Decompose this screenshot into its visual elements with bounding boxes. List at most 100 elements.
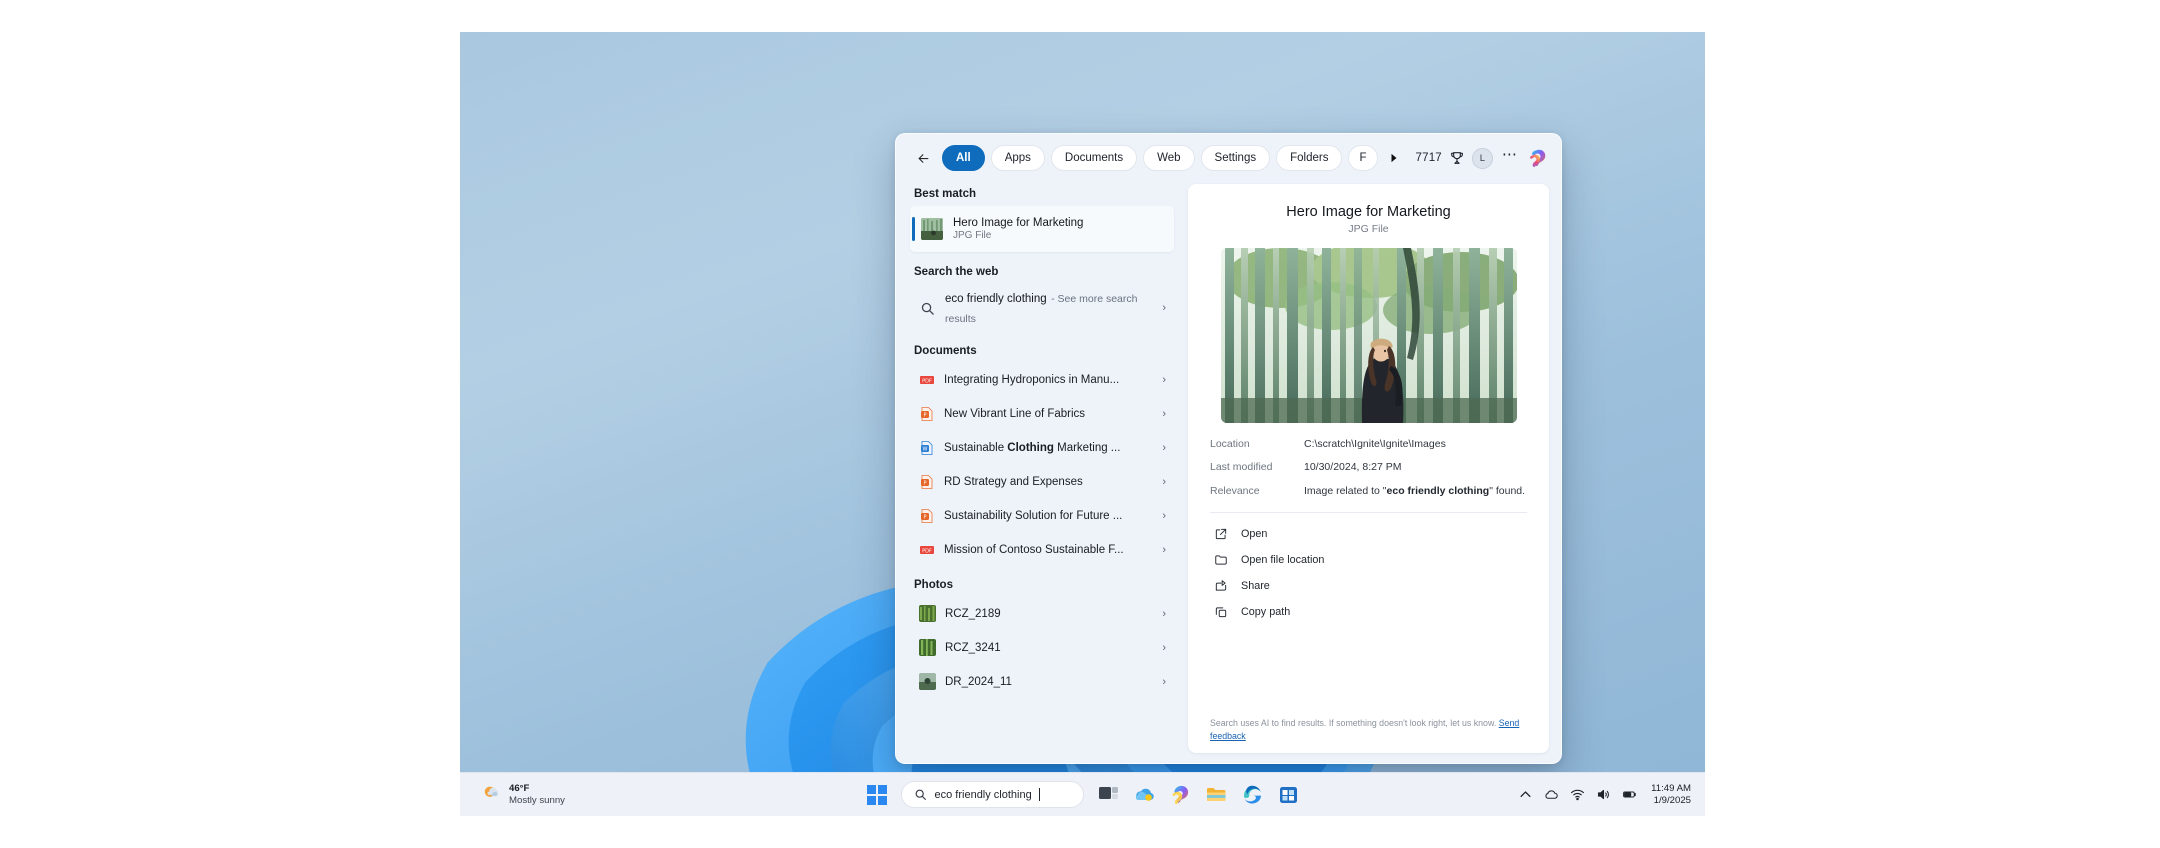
search-icon [920, 301, 935, 316]
share-icon [1215, 580, 1227, 591]
chevron-right-icon: › [1162, 607, 1166, 620]
avatar-initial: L [1479, 152, 1486, 164]
taskbar-clock[interactable]: 11:49 AM 1/9/2025 [1651, 783, 1691, 807]
metadata-value: C:\scratch\Ignite\Ignite\Images [1304, 438, 1446, 450]
taskbar-weather-widget[interactable]: 46°F Mostly sunny [474, 780, 573, 810]
preview-subtitle: JPG File [1348, 223, 1389, 235]
wifi-icon[interactable] [1570, 787, 1585, 802]
back-button[interactable] [910, 145, 936, 171]
arrow-left-icon [918, 153, 928, 163]
document-list-item[interactable]: P RD Strategy and Expenses › [910, 465, 1174, 499]
action-label: Open [1241, 527, 1268, 540]
clock-date: 1/9/2025 [1653, 794, 1691, 806]
svg-text:P: P [923, 480, 926, 486]
web-search-result[interactable]: eco friendly clothing - See more search … [910, 284, 1174, 333]
onedrive-cloud-icon[interactable] [1544, 787, 1559, 802]
photo-label: DR_2024_11 [945, 675, 1012, 688]
metadata-value: Image related to "eco friendly clothing"… [1304, 484, 1526, 497]
document-label: RD Strategy and Expenses [944, 475, 1083, 488]
action-label: Copy path [1241, 605, 1291, 618]
best-match-texts: Hero Image for Marketing JPG File [953, 217, 1083, 241]
photo-thumbnail-icon [919, 605, 936, 623]
action-open[interactable]: Open [1210, 521, 1527, 546]
pdf-file-icon: PDF [919, 542, 935, 558]
photo-list-item[interactable]: DR_2024_11 › [910, 665, 1174, 699]
filter-chip-more-truncated[interactable]: F [1348, 145, 1378, 171]
search-results-body: Best match Hero Image for Marketing JPG … [896, 180, 1561, 763]
filter-chip-documents[interactable]: Documents [1050, 145, 1138, 171]
preview-metadata: Location C:\scratch\Ignite\Ignite\Images… [1210, 437, 1527, 507]
document-list-item[interactable]: PDF Integrating Hydroponics in Manu... › [910, 363, 1174, 397]
filter-chip-settings[interactable]: Settings [1200, 145, 1271, 171]
microsoft-store-icon[interactable] [1277, 783, 1300, 806]
filter-chip-folders[interactable]: Folders [1276, 145, 1343, 171]
weather-condition: Mostly sunny [509, 794, 565, 806]
task-view-icon[interactable] [1097, 783, 1120, 806]
section-title-best-match: Best match [914, 188, 976, 200]
action-open-file-location[interactable]: Open file location [1210, 547, 1527, 572]
action-share[interactable]: Share [1210, 573, 1527, 598]
document-label: Integrating Hydroponics in Manu... [944, 373, 1120, 386]
battery-icon[interactable] [1622, 787, 1637, 802]
svg-text:PDF: PDF [922, 548, 932, 554]
preview-panel-wrapper: Hero Image for Marketing JPG File Locati… [1184, 180, 1561, 763]
metadata-key: Last modified [1210, 461, 1273, 474]
taskbar-search-input[interactable]: eco friendly clothing [900, 781, 1084, 808]
windows-start-icon[interactable] [866, 784, 888, 806]
weather-temperature: 46°F [509, 782, 530, 794]
photo-thumbnail-icon [921, 218, 943, 240]
volume-icon[interactable] [1596, 787, 1611, 802]
chevron-right-icon: › [1162, 302, 1166, 315]
pdf-file-icon: PDF [919, 372, 935, 388]
action-label: Share [1241, 579, 1270, 592]
show-hidden-icons-chevron-icon[interactable] [1518, 787, 1533, 802]
chevron-right-icon [1391, 153, 1396, 163]
copilot-icon[interactable] [1527, 147, 1549, 169]
system-tray: 11:49 AM 1/9/2025 [1518, 783, 1705, 807]
photo-list-item[interactable]: RCZ_3241 › [910, 631, 1174, 665]
filter-chip-all[interactable]: All [942, 145, 985, 171]
chevron-right-icon: › [1162, 641, 1166, 654]
ellipsis-icon[interactable]: ⋯ [1500, 147, 1520, 166]
ai-disclaimer: Search uses AI to find results. If somet… [1210, 709, 1527, 743]
preview-actions: Open Open file location Share Copy path [1210, 521, 1527, 624]
chevron-right-icon: › [1162, 407, 1166, 420]
document-label: New Vibrant Line of Fabrics [944, 407, 1086, 420]
chevron-right-icon: › [1162, 475, 1166, 488]
text-cursor [1038, 788, 1040, 801]
document-list-item[interactable]: W Sustainable Clothing Marketing ... › [910, 431, 1174, 465]
rewards-trophy-icon[interactable] [1449, 150, 1465, 166]
document-list-item[interactable]: P Sustainability Solution for Future ...… [910, 499, 1174, 533]
desktop-wallpaper: All Apps Documents Web Settings Folders … [460, 32, 1705, 816]
copilot-icon[interactable] [1169, 783, 1192, 806]
chevron-right-icon: › [1162, 441, 1166, 454]
taskbar: 46°F Mostly sunny eco friendly clothing … [460, 772, 1705, 816]
chevron-right-icon: › [1162, 373, 1166, 386]
edge-browser-icon[interactable] [1241, 783, 1264, 806]
document-label: Mission of Contoso Sustainable F... [944, 543, 1124, 556]
document-label-bold-match: Clothing [1007, 441, 1054, 454]
filters-scroll-right-button[interactable] [1384, 145, 1404, 171]
action-copy-path[interactable]: Copy path [1210, 599, 1527, 624]
svg-text:W: W [923, 446, 928, 452]
document-list-item[interactable]: PDF Mission of Contoso Sustainable F... … [910, 533, 1174, 567]
web-result-query: eco friendly clothing [945, 293, 1047, 305]
sun-cloud-icon [482, 783, 501, 807]
filter-chip-apps[interactable]: Apps [990, 145, 1045, 171]
best-match-title: Hero Image for Marketing [953, 217, 1084, 229]
metadata-key: Relevance [1210, 484, 1260, 497]
powerpoint-file-icon: P [919, 474, 935, 490]
document-list-item[interactable]: P New Vibrant Line of Fabrics › [910, 397, 1174, 431]
filter-chip-web[interactable]: Web [1143, 145, 1195, 171]
avatar[interactable]: L [1471, 147, 1493, 169]
divider [1210, 512, 1527, 514]
photo-list-item[interactable]: RCZ_2189 › [910, 597, 1174, 631]
metadata-key: Location [1210, 438, 1250, 450]
metadata-row-location: Location C:\scratch\Ignite\Ignite\Images [1210, 437, 1527, 451]
svg-text:P: P [923, 412, 926, 418]
file-explorer-icon[interactable] [1205, 783, 1228, 806]
onedrive-icon[interactable] [1133, 783, 1156, 806]
preview-panel: Hero Image for Marketing JPG File Locati… [1188, 184, 1549, 753]
best-match-result[interactable]: Hero Image for Marketing JPG File [910, 206, 1174, 252]
photo-label: RCZ_2189 [945, 607, 1001, 620]
